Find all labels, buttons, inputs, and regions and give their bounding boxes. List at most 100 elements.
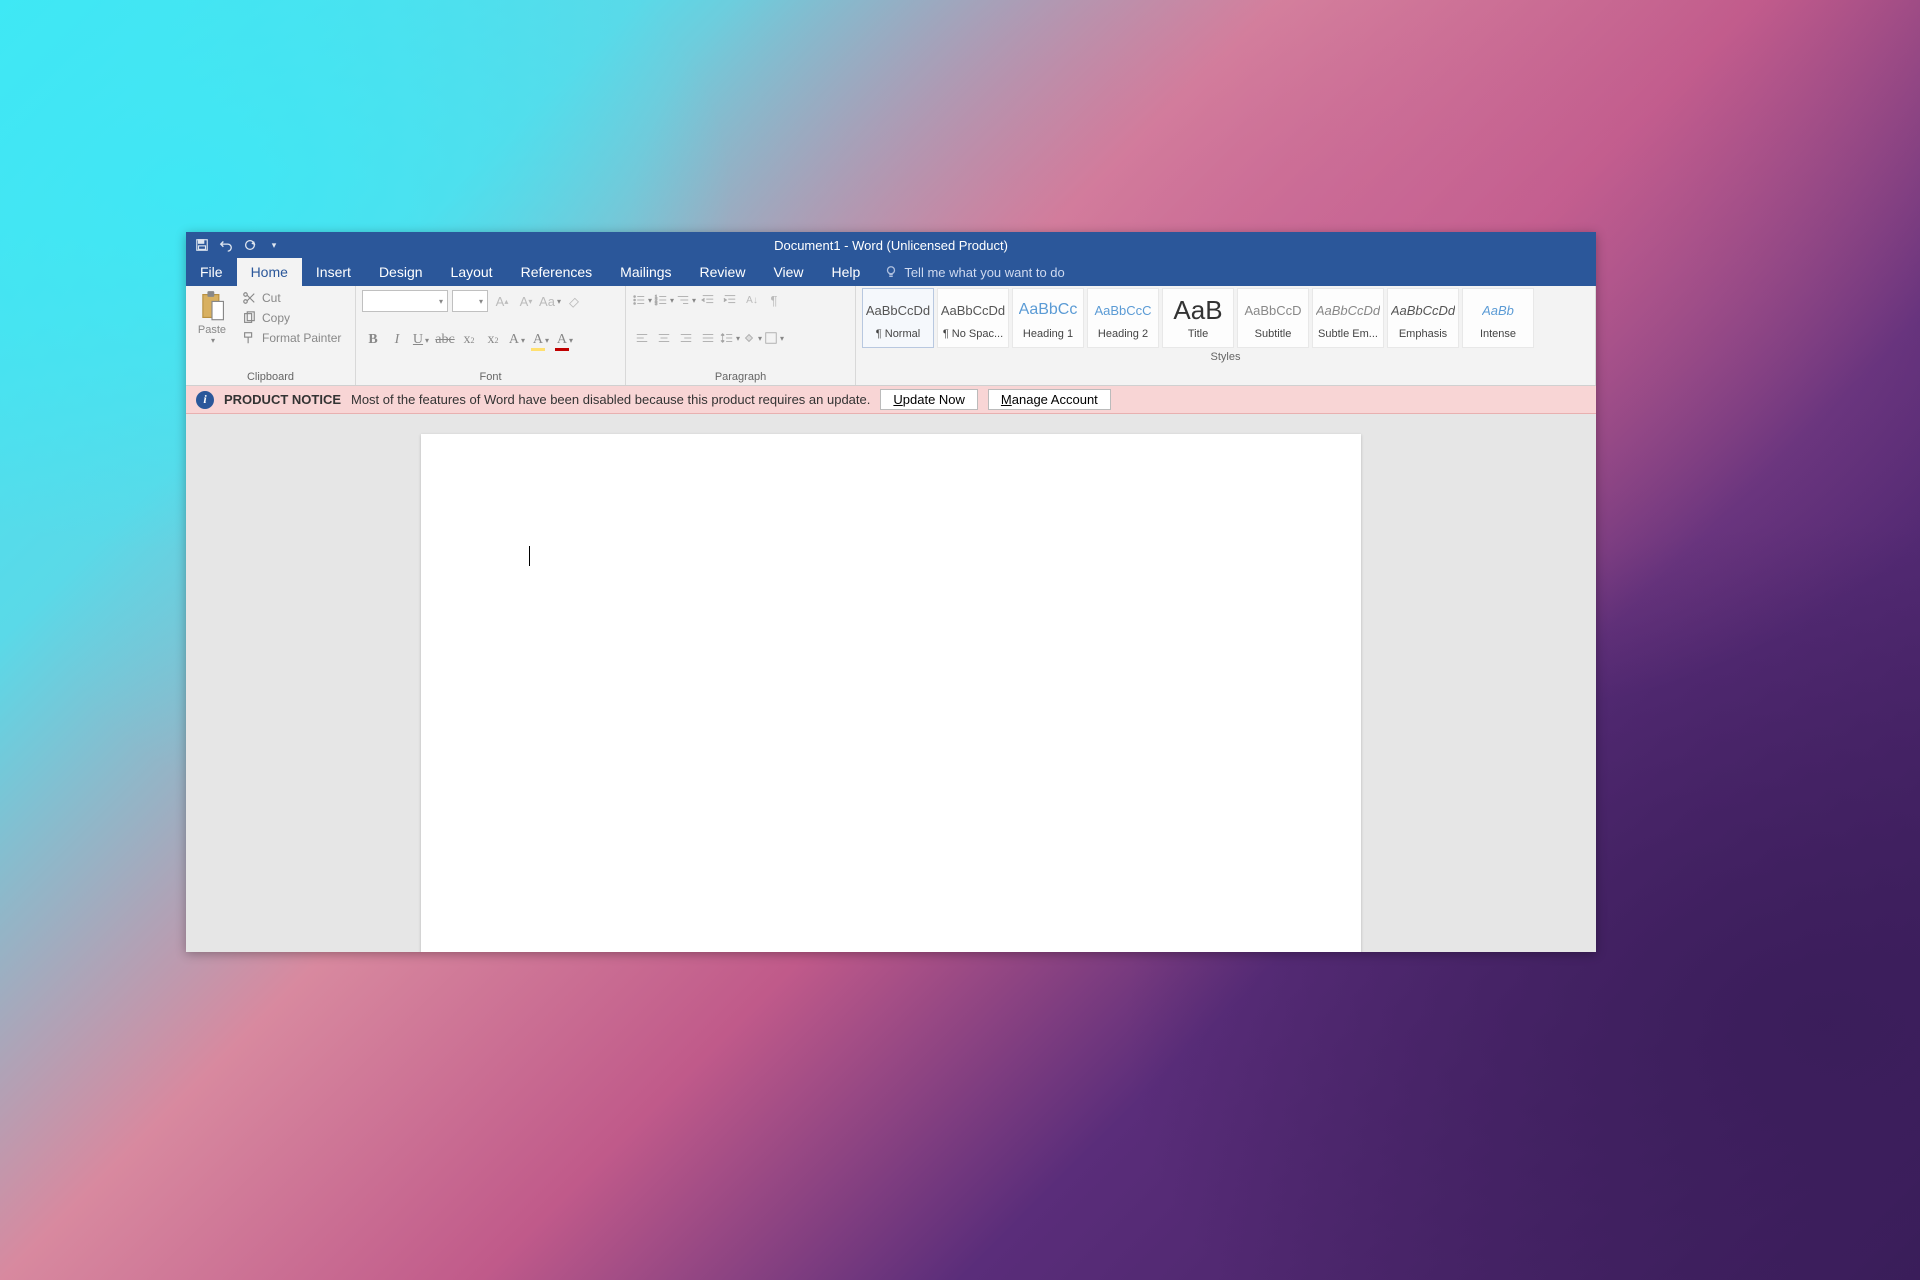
style-emphasis[interactable]: AaBbCcDd Emphasis xyxy=(1387,288,1459,348)
line-spacing-button[interactable]: ▾ xyxy=(720,328,740,348)
quick-access-toolbar: ▾ xyxy=(186,237,290,253)
shading-button[interactable]: ▾ xyxy=(742,328,762,348)
line-spacing-icon xyxy=(720,331,734,345)
outdent-icon xyxy=(701,293,715,307)
borders-icon xyxy=(764,331,778,345)
text-effects-button[interactable]: A▾ xyxy=(506,330,528,350)
bold-button[interactable]: B xyxy=(362,330,384,350)
multilevel-list-button[interactable]: ▾ xyxy=(676,290,696,310)
align-center-button[interactable] xyxy=(654,328,674,348)
ribbon-group-clipboard: Paste ▾ Cut Copy Format Painter xyxy=(186,286,356,385)
multilevel-icon xyxy=(676,293,690,307)
styles-group-label: Styles xyxy=(856,350,1595,365)
tab-design[interactable]: Design xyxy=(365,258,437,286)
copy-icon xyxy=(242,311,256,325)
show-hide-button[interactable]: ¶ xyxy=(764,290,784,310)
indent-icon xyxy=(723,293,737,307)
tell-me-placeholder: Tell me what you want to do xyxy=(904,265,1064,280)
window-title: Document1 - Word (Unlicensed Product) xyxy=(774,238,1008,253)
superscript-button[interactable]: x2 xyxy=(482,330,504,350)
word-window: ▾ Document1 - Word (Unlicensed Product) … xyxy=(186,232,1596,952)
align-right-button[interactable] xyxy=(676,328,696,348)
style-title[interactable]: AaB Title xyxy=(1162,288,1234,348)
tab-references[interactable]: References xyxy=(507,258,607,286)
font-color-button[interactable]: A▾ xyxy=(554,330,576,350)
subscript-button[interactable]: x2 xyxy=(458,330,480,350)
tab-layout[interactable]: Layout xyxy=(437,258,507,286)
notice-title: PRODUCT NOTICE xyxy=(224,392,341,407)
redo-icon[interactable] xyxy=(242,237,258,253)
paste-label: Paste xyxy=(198,324,226,336)
titlebar: ▾ Document1 - Word (Unlicensed Product) xyxy=(186,232,1596,258)
strikethrough-button[interactable]: abc xyxy=(434,330,456,350)
svg-text:3: 3 xyxy=(655,301,658,306)
highlight-button[interactable]: A▾ xyxy=(530,330,552,350)
shrink-font-button[interactable]: A▾ xyxy=(516,291,536,311)
sort-button[interactable]: A↓ xyxy=(742,290,762,310)
text-cursor xyxy=(529,546,530,566)
info-icon: i xyxy=(196,391,214,409)
style-normal[interactable]: AaBbCcDd ¶ Normal xyxy=(862,288,934,348)
bucket-icon xyxy=(742,331,756,345)
bullet-list-icon xyxy=(632,293,646,307)
update-now-button[interactable]: Update Now xyxy=(880,389,978,410)
save-icon[interactable] xyxy=(194,237,210,253)
qat-customize-icon[interactable]: ▾ xyxy=(266,237,282,253)
font-group-label: Font xyxy=(356,370,625,385)
paintbrush-icon xyxy=(242,331,256,345)
style-subtle-emphasis[interactable]: AaBbCcDd Subtle Em... xyxy=(1312,288,1384,348)
paste-icon xyxy=(198,290,226,322)
grow-font-button[interactable]: A▴ xyxy=(492,291,512,311)
ribbon-group-paragraph: ▾ 123▾ ▾ A↓ ¶ ▾ ▾ ▾ Para xyxy=(626,286,856,385)
eraser-icon xyxy=(567,294,581,308)
tab-insert[interactable]: Insert xyxy=(302,258,365,286)
increase-indent-button[interactable] xyxy=(720,290,740,310)
styles-gallery: AaBbCcDd ¶ Normal AaBbCcDd ¶ No Spac... … xyxy=(856,286,1595,350)
clear-formatting-button[interactable] xyxy=(564,291,584,311)
cut-button[interactable]: Cut xyxy=(238,290,345,306)
font-size-combo[interactable]: ▾ xyxy=(452,290,488,312)
align-right-icon xyxy=(679,331,693,345)
underline-button[interactable]: U▾ xyxy=(410,330,432,350)
decrease-indent-button[interactable] xyxy=(698,290,718,310)
style-no-spacing[interactable]: AaBbCcDd ¶ No Spac... xyxy=(937,288,1009,348)
scissors-icon xyxy=(242,291,256,305)
style-heading1[interactable]: AaBbCc Heading 1 xyxy=(1012,288,1084,348)
number-list-icon: 123 xyxy=(654,293,668,307)
align-center-icon xyxy=(657,331,671,345)
chevron-down-icon: ▾ xyxy=(211,336,215,345)
align-left-button[interactable] xyxy=(632,328,652,348)
style-heading2[interactable]: AaBbCcC Heading 2 xyxy=(1087,288,1159,348)
tab-review[interactable]: Review xyxy=(686,258,760,286)
ribbon-group-font: ▾ ▾ A▴ A▾ Aa▾ B I U▾ abc x2 x2 A▾ xyxy=(356,286,626,385)
tab-help[interactable]: Help xyxy=(818,258,875,286)
tell-me-search[interactable]: Tell me what you want to do xyxy=(874,258,1074,286)
paste-button[interactable]: Paste ▾ xyxy=(192,290,232,345)
document-page[interactable] xyxy=(421,434,1361,952)
change-case-button[interactable]: Aa▾ xyxy=(540,291,560,311)
borders-button[interactable]: ▾ xyxy=(764,328,784,348)
tab-view[interactable]: View xyxy=(759,258,817,286)
notice-message: Most of the features of Word have been d… xyxy=(351,392,870,407)
undo-icon[interactable] xyxy=(218,237,234,253)
tab-file[interactable]: File xyxy=(186,258,237,286)
ribbon: Paste ▾ Cut Copy Format Painter xyxy=(186,286,1596,386)
justify-icon xyxy=(701,331,715,345)
font-name-combo[interactable]: ▾ xyxy=(362,290,448,312)
style-subtitle[interactable]: AaBbCcD Subtitle xyxy=(1237,288,1309,348)
product-notice-bar: i PRODUCT NOTICE Most of the features of… xyxy=(186,386,1596,414)
paragraph-group-label: Paragraph xyxy=(626,370,855,385)
copy-button[interactable]: Copy xyxy=(238,310,345,326)
align-left-icon xyxy=(635,331,649,345)
style-intense[interactable]: AaBb Intense xyxy=(1462,288,1534,348)
document-area[interactable] xyxy=(186,414,1596,952)
tab-mailings[interactable]: Mailings xyxy=(606,258,685,286)
italic-button[interactable]: I xyxy=(386,330,408,350)
format-painter-button[interactable]: Format Painter xyxy=(238,330,345,346)
justify-button[interactable] xyxy=(698,328,718,348)
tab-home[interactable]: Home xyxy=(237,258,302,286)
manage-account-button[interactable]: Manage Account xyxy=(988,389,1111,410)
bullets-button[interactable]: ▾ xyxy=(632,290,652,310)
numbering-button[interactable]: 123▾ xyxy=(654,290,674,310)
ribbon-group-styles: AaBbCcDd ¶ Normal AaBbCcDd ¶ No Spac... … xyxy=(856,286,1596,385)
